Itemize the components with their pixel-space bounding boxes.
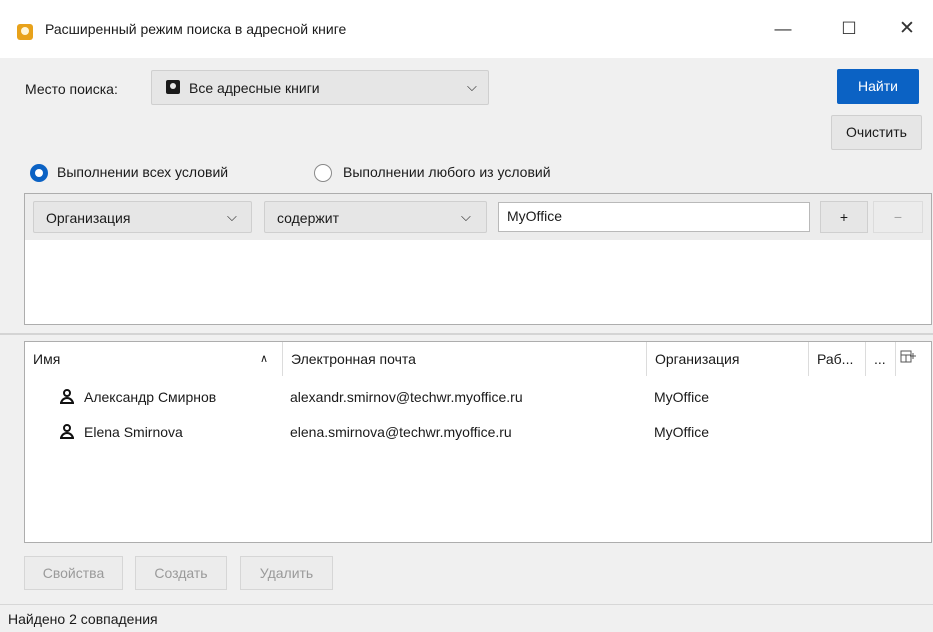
contact-email: alexandr.smirnov@techwr.myoffice.ru	[290, 389, 523, 405]
add-condition-button[interactable]: +	[820, 201, 868, 233]
chevron-down-icon: ⌵	[461, 209, 471, 224]
match-all-label[interactable]: Выполнении всех условий	[57, 164, 228, 180]
status-text: Найдено 2 совпадения	[8, 611, 158, 627]
window-title: Расширенный режим поиска в адресной книг…	[45, 21, 347, 37]
properties-button[interactable]: Свойства	[24, 556, 123, 590]
contact-organization: MyOffice	[654, 389, 709, 405]
clear-button[interactable]: Очистить	[831, 115, 922, 150]
condition-operator-value: содержит	[277, 210, 339, 226]
delete-button[interactable]: Удалить	[240, 556, 333, 590]
condition-field-value: Организация	[46, 210, 131, 226]
column-header-email[interactable]: Электронная почта	[283, 342, 647, 376]
table-row[interactable]: Elena Smirnova elena.smirnova@techwr.myo…	[25, 415, 931, 450]
maximize-button[interactable]: ☐	[830, 14, 868, 44]
person-icon	[59, 389, 75, 405]
column-header-name[interactable]: Имя	[25, 342, 283, 376]
chevron-down-icon: ⌵	[467, 79, 477, 94]
table-row[interactable]: Александр Смирнов alexandr.smirnov@techw…	[25, 380, 931, 415]
contact-name: Elena Smirnova	[84, 424, 183, 440]
contact-name: Александр Смирнов	[84, 389, 217, 405]
close-button[interactable]: ✕	[888, 14, 926, 44]
address-book-select[interactable]: Все адресные книги ⌵	[151, 70, 489, 105]
column-header-more[interactable]: ...	[866, 342, 896, 376]
column-picker-icon[interactable]	[900, 350, 916, 364]
remove-condition-button[interactable]: −	[873, 201, 923, 233]
sort-ascending-icon: ∧	[260, 353, 269, 365]
address-book-value: Все адресные книги	[189, 80, 320, 96]
address-book-icon	[166, 80, 180, 94]
condition-field-select[interactable]: Организация ⌵	[33, 201, 252, 233]
find-button[interactable]: Найти	[837, 69, 919, 104]
match-any-radio[interactable]	[314, 164, 332, 182]
match-all-radio[interactable]	[30, 164, 48, 182]
column-header-work[interactable]: Раб...	[809, 342, 866, 376]
contact-organization: MyOffice	[654, 424, 709, 440]
match-any-label[interactable]: Выполнении любого из условий	[343, 164, 551, 180]
minimize-button[interactable]: —	[764, 14, 802, 44]
search-location-label: Место поиска:	[25, 81, 118, 97]
column-header-organization[interactable]: Организация	[647, 342, 809, 376]
create-button[interactable]: Создать	[135, 556, 227, 590]
splitter[interactable]	[0, 333, 933, 335]
person-icon	[59, 424, 75, 440]
contact-email: elena.smirnova@techwr.myoffice.ru	[290, 424, 512, 440]
app-icon	[17, 24, 33, 40]
condition-value-input[interactable]: MyOffice	[498, 202, 810, 232]
condition-operator-select[interactable]: содержит ⌵	[264, 201, 487, 233]
chevron-down-icon: ⌵	[227, 209, 237, 224]
